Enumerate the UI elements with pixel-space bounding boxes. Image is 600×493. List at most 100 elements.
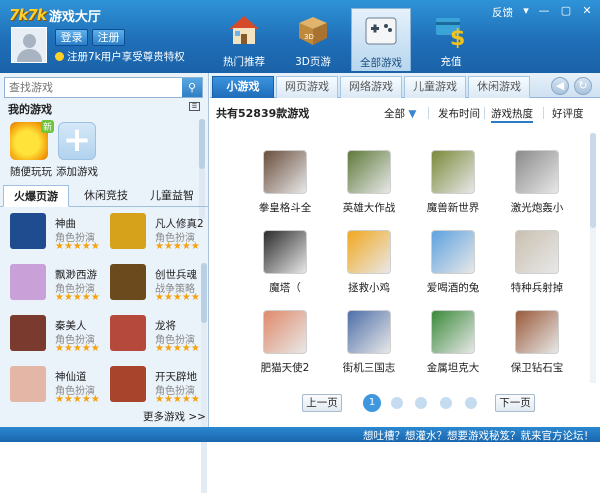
header-bar: 7k7k 游戏大厅 登录 注册 注册7k用户享受尊贵特权 热门推荐 3D 3D页… <box>0 0 600 73</box>
minimize-icon[interactable]: — <box>537 4 551 18</box>
game-thumbnail <box>10 315 46 351</box>
game-thumbnail <box>347 310 391 354</box>
main-panel: 小游戏 网页游戏 网络游戏 儿童游戏 休闲游戏 ◀ ↻ 共有52839款游戏 全… <box>210 73 600 427</box>
avatar[interactable] <box>11 27 47 63</box>
forum-link[interactable]: 想吐槽？想灌水？想要游戏秘笈？就来官方论坛！ <box>363 428 594 443</box>
page-dot-5[interactable] <box>465 397 477 409</box>
tab-casual-games[interactable]: 休闲游戏 <box>468 76 530 98</box>
hot-game-item[interactable]: 凡人修真2 角色扮演 ★★★★★ <box>110 213 208 259</box>
tab-hot[interactable]: 热门推荐 <box>214 8 274 71</box>
skin-icon[interactable]: ▾ <box>519 4 533 18</box>
category-tabs: 火爆页游 休闲竞技 儿童益智 <box>0 185 209 207</box>
tab-web-games[interactable]: 网页游戏 <box>276 76 338 98</box>
promo-link[interactable]: 注册7k用户享受尊贵特权 <box>55 49 185 64</box>
tab-hot-webgames[interactable]: 火爆页游 <box>3 185 69 207</box>
game-card[interactable]: 肥猫天使2 <box>243 310 327 390</box>
hot-game-item[interactable]: 神仙道 角色扮演 ★★★★★ <box>10 366 108 412</box>
search-input[interactable] <box>5 78 179 97</box>
login-button[interactable]: 登录 <box>55 29 88 46</box>
refresh-icon[interactable]: ↻ <box>574 77 592 95</box>
game-card[interactable]: 魔塔（ <box>243 230 327 310</box>
game-thumbnail <box>110 264 146 300</box>
divider <box>428 107 429 119</box>
game-card[interactable]: 激光炮轰小 <box>495 150 579 230</box>
tab-all-games[interactable]: 全部游戏 <box>351 8 411 71</box>
next-page-button[interactable]: 下一页 <box>495 394 535 412</box>
game-name: 爱喝酒的兔 <box>426 282 480 294</box>
game-thumbnail <box>431 310 475 354</box>
tab-children-games[interactable]: 儿童游戏 <box>404 76 466 98</box>
game-thumbnail <box>347 230 391 274</box>
game-card[interactable]: 拯救小鸡 <box>327 230 411 310</box>
feedback-link[interactable]: 反馈 <box>492 5 513 20</box>
page-dot-1[interactable]: 1 <box>363 394 381 412</box>
game-name: 英雄大作战 <box>342 202 396 214</box>
game-thumbnail <box>110 366 146 402</box>
gamepad-icon <box>365 17 397 45</box>
game-thumbnail <box>347 150 391 194</box>
search-icon[interactable]: ⚲ <box>182 78 202 97</box>
page-dot-2[interactable] <box>391 397 403 409</box>
tab-kids[interactable]: 儿童益智 <box>139 185 205 207</box>
dollar-card-icon: $ <box>436 18 465 48</box>
box-icon: 3D <box>299 17 327 45</box>
footer-bar: 想吐槽？想灌水？想要游戏秘笈？就来官方论坛！ <box>0 427 600 442</box>
tab-label: 3D页游 <box>295 56 331 68</box>
game-card[interactable]: 街机三国志 <box>327 310 411 390</box>
game-card[interactable]: 英雄大作战 <box>327 150 411 230</box>
game-card[interactable]: 拳皇格斗全 <box>243 150 327 230</box>
promo-text[interactable]: 注册7k用户享受尊贵特权 <box>67 49 185 64</box>
game-card[interactable]: 金属坦克大 <box>411 310 495 390</box>
tab-recharge[interactable]: $ 充值 <box>421 8 481 71</box>
page-dot-3[interactable] <box>415 397 427 409</box>
house-icon <box>229 16 259 44</box>
hot-game-item[interactable]: 龙将 角色扮演 ★★★★★ <box>110 315 208 361</box>
hot-game-item[interactable]: 开天辟地 角色扮演 ★★★★★ <box>110 366 208 412</box>
tab-label: 充值 <box>440 56 462 68</box>
game-thumbnail <box>515 150 559 194</box>
game-grid-scrollbar[interactable] <box>590 133 596 383</box>
tab-3d[interactable]: 3D 3D页游 <box>283 8 343 71</box>
sort-popularity[interactable]: 游戏热度 <box>491 106 533 123</box>
back-icon[interactable]: ◀ <box>551 77 569 95</box>
page-dot-4[interactable] <box>440 397 452 409</box>
game-name: 魔塔（ <box>269 282 301 294</box>
game-card[interactable]: 爱喝酒的兔 <box>411 230 495 310</box>
maximize-icon[interactable]: ▢ <box>559 4 573 18</box>
game-name: 肥猫天使2 <box>260 362 310 374</box>
add-game-button[interactable]: + <box>58 122 96 160</box>
filter-all-dropdown[interactable]: 全部 ▼ <box>384 106 416 121</box>
game-thumbnail <box>431 150 475 194</box>
game-name: 魔兽新世界 <box>426 202 480 214</box>
sort-rating[interactable]: 好评度 <box>552 106 584 121</box>
hot-game-item[interactable]: 创世兵魂 战争策略 ★★★★★ <box>110 264 208 310</box>
game-list-scrollbar[interactable] <box>201 263 207 493</box>
filter-bar: 共有52839款游戏 全部 ▼ 发布时间 游戏热度 好评度 <box>210 101 600 125</box>
game-card[interactable]: 保卫钻石宝 <box>495 310 579 390</box>
game-thumbnail <box>515 310 559 354</box>
rating-stars: ★★★★★ <box>55 343 100 354</box>
sort-publish-time[interactable]: 发布时间 <box>438 106 480 121</box>
app-title: 游戏大厅 <box>48 9 101 25</box>
tab-mini-games[interactable]: 小游戏 <box>212 76 274 98</box>
game-card[interactable]: 特种兵射掉 <box>495 230 579 310</box>
rating-stars: ★★★★★ <box>155 394 200 405</box>
tab-casual[interactable]: 休闲竞技 <box>73 185 139 207</box>
prev-page-button[interactable]: 上一页 <box>302 394 342 412</box>
game-name: 特种兵射掉 <box>510 282 564 294</box>
hot-game-item[interactable]: 飘渺西游 角色扮演 ★★★★★ <box>10 264 108 310</box>
my-game-random[interactable]: 新 <box>10 120 54 162</box>
hot-game-item[interactable]: 神曲 角色扮演 ★★★★★ <box>10 213 108 259</box>
manage-icon[interactable]: ☰ <box>189 102 200 111</box>
filter-all-label: 全部 <box>384 108 405 120</box>
more-games-link[interactable]: 更多游戏 >> <box>143 409 206 424</box>
close-icon[interactable]: ✕ <box>580 4 594 18</box>
rating-stars: ★★★★★ <box>155 292 200 303</box>
register-button[interactable]: 注册 <box>92 29 125 46</box>
game-card[interactable]: 魔兽新世界 <box>411 150 495 230</box>
svg-text:$: $ <box>450 26 465 48</box>
hot-game-item[interactable]: 秦美人 角色扮演 ★★★★★ <box>10 315 108 361</box>
game-thumbnail <box>10 264 46 300</box>
game-name: 拯救小鸡 <box>348 282 390 294</box>
tab-online-games[interactable]: 网络游戏 <box>340 76 402 98</box>
